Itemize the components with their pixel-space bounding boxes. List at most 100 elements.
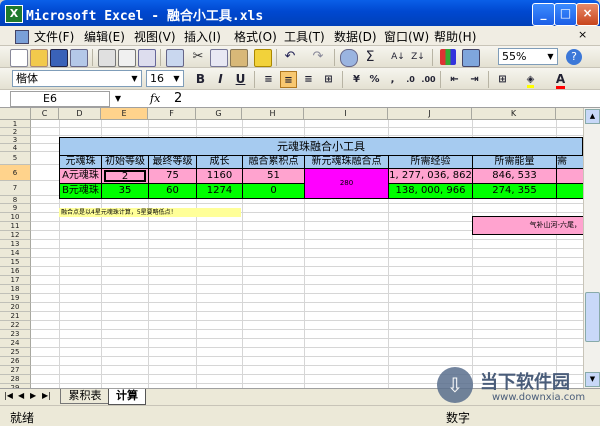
menu-window[interactable]: 窗口(W) xyxy=(384,28,429,45)
row-a-extra[interactable] xyxy=(556,168,583,184)
row-b-exp[interactable]: 138, 000, 966 xyxy=(388,183,473,199)
borders-icon[interactable]: ⊞ xyxy=(494,71,511,88)
drawing-icon[interactable] xyxy=(462,49,480,67)
header-cell[interactable]: 成长 xyxy=(196,155,243,169)
zoom-select[interactable]: 55% ▼ xyxy=(498,48,558,65)
fill-color-icon[interactable]: ◈ xyxy=(522,71,539,88)
header-cell[interactable]: 需 xyxy=(556,155,583,169)
row-a-init-level[interactable]: 2 xyxy=(101,168,149,184)
menu-tools[interactable]: 工具(T) xyxy=(284,28,325,45)
spreadsheet-grid[interactable]: C D E F G H I J K 1 2 3 4 5 6 7 8 9 10 11 12 13 14 15 1… xyxy=(0,108,583,388)
column-header-j[interactable]: J xyxy=(388,108,472,120)
spelling-icon[interactable] xyxy=(138,49,156,67)
row-header-13[interactable]: 13 xyxy=(0,240,31,249)
redo-icon[interactable]: ↷ xyxy=(310,49,326,65)
prev-sheet-icon[interactable]: ◀ xyxy=(18,391,24,400)
row-header-23[interactable]: 23 xyxy=(0,330,31,339)
row-header-21[interactable]: 21 xyxy=(0,312,31,321)
row-a-energy[interactable]: 846, 533 xyxy=(472,168,557,184)
sheet-tab-calculate[interactable]: 计算 xyxy=(108,389,146,405)
last-sheet-icon[interactable]: ▶| xyxy=(42,391,51,400)
row-header-14[interactable]: 14 xyxy=(0,249,31,258)
row-header-25[interactable]: 25 xyxy=(0,348,31,357)
increase-indent-icon[interactable]: ⇥ xyxy=(466,71,483,88)
align-left-icon[interactable]: ≡ xyxy=(260,71,277,88)
row-b-final-level[interactable]: 60 xyxy=(148,183,197,199)
save-icon[interactable] xyxy=(50,49,68,67)
row-header-2[interactable]: 2 xyxy=(0,128,31,136)
scroll-up-icon[interactable]: ▲ xyxy=(585,109,600,124)
new-points-cell[interactable]: 280 xyxy=(304,168,389,199)
row-header-11[interactable]: 11 xyxy=(0,222,31,231)
permission-icon[interactable] xyxy=(70,49,88,67)
row-b-name[interactable]: B元魂珠 xyxy=(59,183,102,199)
row-header-7[interactable]: 7 xyxy=(0,181,31,196)
row-header-28[interactable]: 28 xyxy=(0,375,31,384)
row-b-growth[interactable]: 1274 xyxy=(196,183,243,199)
font-color-icon[interactable]: A xyxy=(552,71,569,89)
cut-icon[interactable]: ✂ xyxy=(190,49,206,65)
close-button[interactable]: × xyxy=(576,3,599,26)
header-cell[interactable]: 新元魂珠融合点 xyxy=(304,155,389,169)
row-header-22[interactable]: 22 xyxy=(0,321,31,330)
font-name-select[interactable]: 楷体 ▼ xyxy=(12,70,142,87)
sort-ascending-icon[interactable]: A↓ xyxy=(390,49,406,65)
header-cell[interactable]: 初始等级 xyxy=(101,155,149,169)
row-a-points[interactable]: 51 xyxy=(242,168,305,184)
open-icon[interactable] xyxy=(30,49,48,67)
row-header-3[interactable]: 3 xyxy=(0,136,31,144)
row-header-19[interactable]: 19 xyxy=(0,294,31,303)
bold-button[interactable]: B xyxy=(192,71,209,88)
row-header-4[interactable]: 4 xyxy=(0,144,31,152)
row-a-final-level[interactable]: 75 xyxy=(148,168,197,184)
help-icon[interactable]: ? xyxy=(566,49,582,65)
research-icon[interactable] xyxy=(166,49,184,67)
row-header-16[interactable]: 16 xyxy=(0,267,31,276)
menu-file[interactable]: 文件(F) xyxy=(34,28,74,45)
formula-input[interactable]: 2 xyxy=(174,90,182,108)
row-header-26[interactable]: 26 xyxy=(0,357,31,366)
insert-function-icon[interactable]: fx xyxy=(150,91,160,107)
decrease-indent-icon[interactable]: ⇤ xyxy=(446,71,463,88)
format-painter-icon[interactable] xyxy=(254,49,272,67)
header-cell[interactable]: 融合累积点 xyxy=(242,155,305,169)
header-cell[interactable]: 元魂珠 xyxy=(59,155,102,169)
maximize-button[interactable]: □ xyxy=(554,3,577,26)
scroll-thumb[interactable] xyxy=(585,292,600,342)
column-header-l[interactable] xyxy=(556,108,583,120)
column-header-f[interactable]: F xyxy=(148,108,196,120)
row-header-9[interactable]: 9 xyxy=(0,204,31,213)
menu-help[interactable]: 帮助(H) xyxy=(434,28,476,45)
new-icon[interactable] xyxy=(10,49,28,67)
menu-data[interactable]: 数据(D) xyxy=(334,28,377,45)
print-preview-icon[interactable] xyxy=(118,49,136,67)
underline-button[interactable]: U xyxy=(232,71,249,88)
column-header-g[interactable]: G xyxy=(196,108,242,120)
column-header-h[interactable]: H xyxy=(242,108,304,120)
column-header-e[interactable]: E xyxy=(101,108,148,120)
name-box[interactable]: E6 xyxy=(10,91,110,107)
menu-insert[interactable]: 插入(I) xyxy=(184,28,221,45)
minimize-button[interactable]: _ xyxy=(532,3,555,26)
row-header-17[interactable]: 17 xyxy=(0,276,31,285)
autosum-icon[interactable]: Σ xyxy=(362,49,378,65)
table-title[interactable]: 元魂珠融合小工具 xyxy=(59,137,583,156)
header-cell[interactable]: 所需经验 xyxy=(388,155,473,169)
italic-button[interactable]: I xyxy=(212,71,229,88)
sort-descending-icon[interactable]: Z↓ xyxy=(410,49,426,65)
align-right-icon[interactable]: ≡ xyxy=(300,71,317,88)
comma-style-icon[interactable]: , xyxy=(384,71,401,88)
increase-decimal-icon[interactable]: .0 xyxy=(402,71,419,88)
row-header-6[interactable]: 6 xyxy=(0,165,31,181)
doc-close-icon[interactable]: × xyxy=(578,28,587,41)
print-icon[interactable] xyxy=(98,49,116,67)
merge-center-icon[interactable]: ⊞ xyxy=(320,71,337,88)
menu-edit[interactable]: 编辑(E) xyxy=(84,28,125,45)
menu-format[interactable]: 格式(O) xyxy=(234,28,277,45)
column-header-k[interactable]: K xyxy=(472,108,556,120)
row-b-init-level[interactable]: 35 xyxy=(101,183,149,199)
credit-cell[interactable]: 气补山河-六尾， xyxy=(472,216,583,235)
scroll-down-icon[interactable]: ▼ xyxy=(585,372,600,387)
row-header-24[interactable]: 24 xyxy=(0,339,31,348)
paste-icon[interactable] xyxy=(230,49,248,67)
